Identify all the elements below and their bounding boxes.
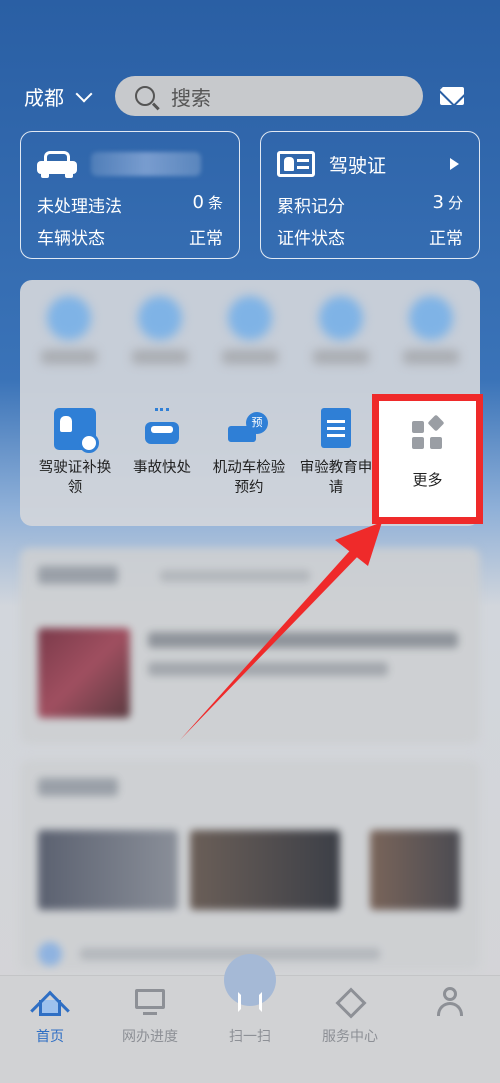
tab-scan[interactable]: 扫一扫 (200, 986, 300, 1046)
points-label: 累积记分 (277, 197, 345, 217)
service-label: 审验教育申请 (299, 460, 373, 496)
service-label: 事故快处 (133, 460, 191, 476)
chevron-right-icon (450, 158, 459, 170)
points-unit: 分 (447, 194, 463, 212)
top-bar: 成都 搜索 (0, 76, 500, 116)
search-placeholder: 搜索 (171, 85, 211, 110)
city-selector[interactable]: 成都 (24, 82, 93, 111)
violations-label: 未处理违法 (37, 197, 122, 217)
news-section-blurred (20, 548, 480, 744)
city-label: 成都 (24, 86, 64, 110)
service-license-replace[interactable]: 驾驶证补换领 (34, 408, 116, 498)
id-card-icon (277, 151, 315, 177)
vehicle-card[interactable]: 未处理违法 0条 车辆状态 正常 (20, 131, 240, 259)
license-status-label: 证件状态 (277, 229, 345, 249)
document-icon (315, 408, 357, 450)
feed-section-blurred (20, 760, 480, 970)
tab-bar: 首页 网办进度 扫一扫 服务中心 (0, 954, 500, 1083)
license-title: 驾驶证 (329, 154, 387, 177)
more-grid-icon (411, 414, 444, 449)
service-label: 机动车检验预约 (212, 460, 286, 496)
license-card[interactable]: 驾驶证 累积记分 3分 证件状态 正常 (260, 131, 480, 259)
blurred-services-row (34, 296, 466, 386)
home-icon (30, 986, 70, 1031)
tab-label: 服务中心 (322, 1029, 378, 1045)
more-label: 更多 (412, 471, 443, 489)
vehicle-status-label: 车辆状态 (37, 229, 105, 249)
mail-icon[interactable] (440, 87, 464, 105)
vehicle-status-value: 正常 (189, 229, 223, 249)
scan-icon (234, 986, 266, 1018)
service-accident[interactable]: 事故快处 (121, 408, 203, 478)
search-bar[interactable]: 搜索 (115, 76, 423, 116)
tab-home[interactable]: 首页 (0, 986, 100, 1046)
accident-icon (141, 408, 183, 450)
chevron-down-icon (75, 85, 93, 102)
violations-count: 0 (192, 192, 204, 213)
user-icon (434, 986, 466, 1018)
service-education-apply[interactable]: 审验教育申请 (295, 408, 377, 498)
more-button[interactable]: 更多 (379, 401, 476, 517)
tab-label: 扫一扫 (229, 1029, 271, 1045)
inspection-booking-icon: 预 (228, 408, 270, 450)
search-icon (135, 86, 155, 106)
car-icon (37, 151, 77, 178)
license-status-value: 正常 (429, 229, 463, 249)
monitor-icon (134, 986, 166, 1018)
service-inspection-booking[interactable]: 预 机动车检验预约 (208, 408, 290, 498)
violations-unit: 条 (207, 194, 223, 212)
service-label: 驾驶证补换领 (38, 460, 112, 496)
tab-label: 网办进度 (122, 1029, 178, 1045)
tab-profile[interactable] (400, 986, 500, 1026)
service-center-icon (334, 986, 367, 1019)
tab-service-center[interactable]: 服务中心 (300, 986, 400, 1046)
plate-number-redacted (91, 152, 201, 176)
license-swap-icon (54, 408, 99, 453)
tab-progress[interactable]: 网办进度 (100, 986, 200, 1046)
points-value: 3 (432, 192, 444, 213)
